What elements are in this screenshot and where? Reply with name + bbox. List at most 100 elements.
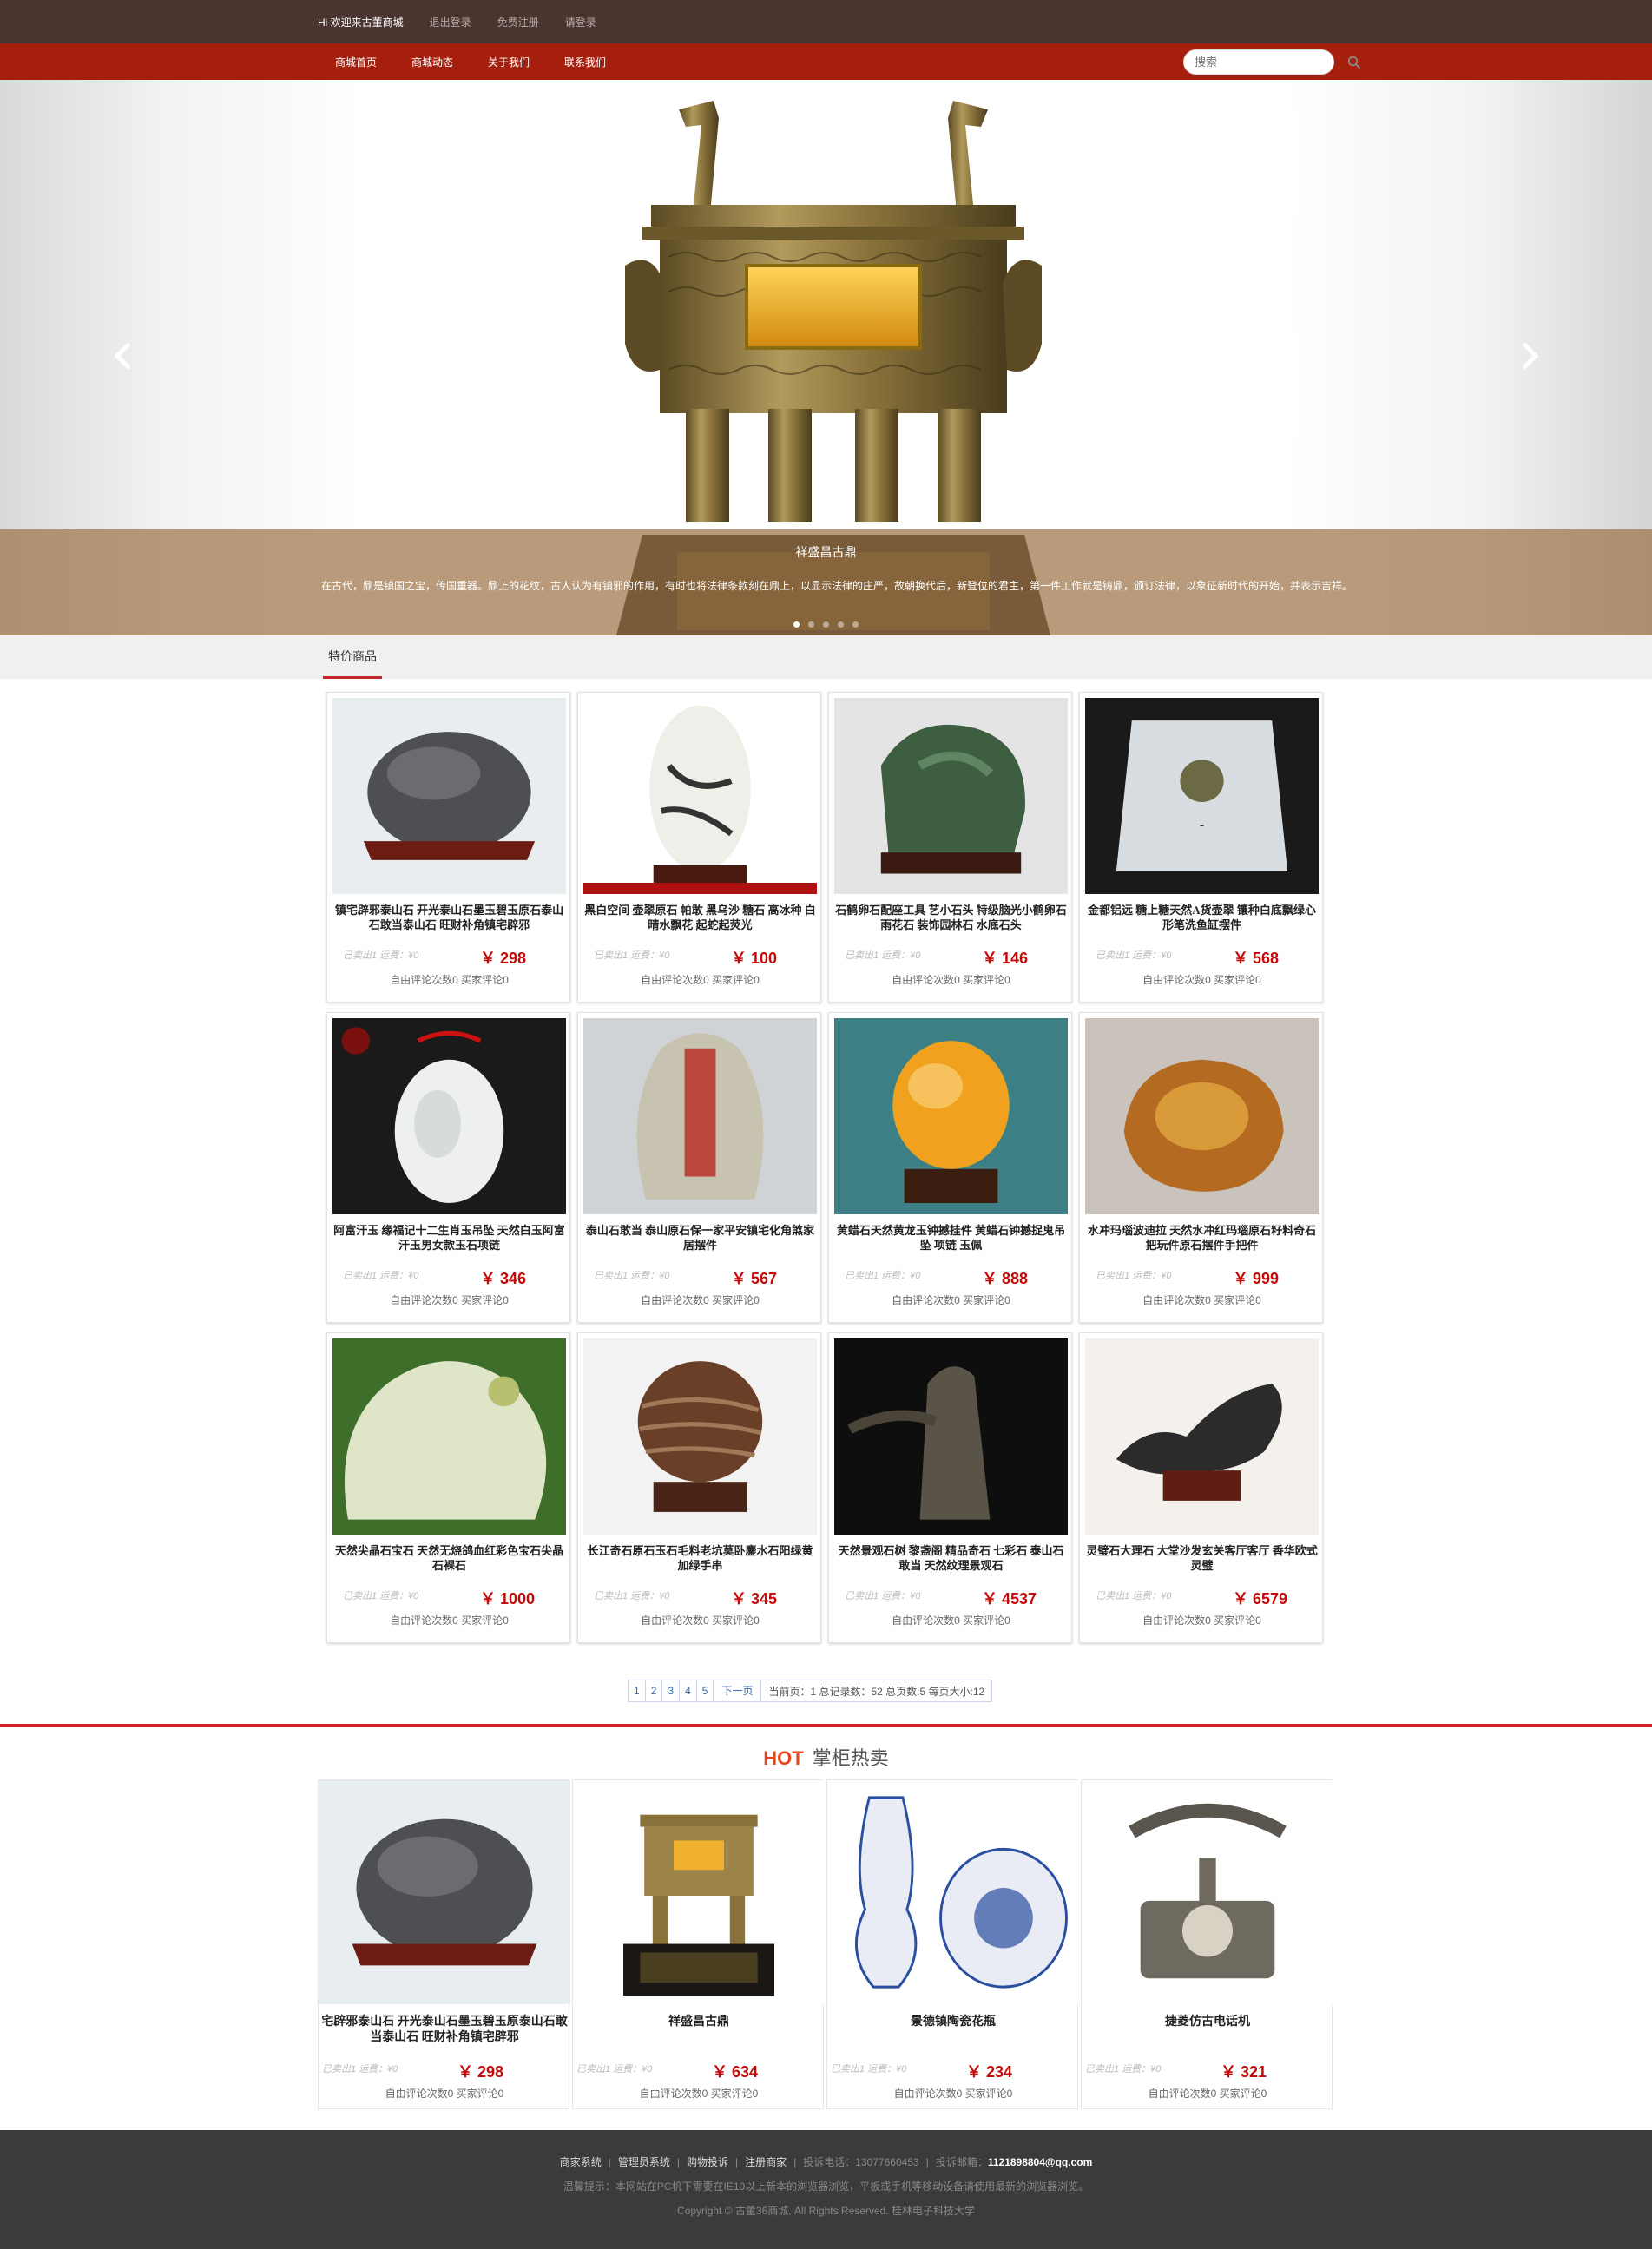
carousel-dot[interactable] <box>808 621 814 628</box>
footer-link-admin[interactable]: 管理员系统 <box>618 2154 670 2169</box>
product-price: ￥ 1000 <box>480 1590 536 1608</box>
nav-item-home[interactable]: 商城首页 <box>318 55 394 69</box>
footer-link-merchant[interactable]: 商家系统 <box>560 2154 602 2169</box>
chevron-left-icon <box>114 342 131 370</box>
register-link[interactable]: 免费注册 <box>497 15 539 30</box>
pagination-info: 当前页：1 总记录数：52 总页数:5 每页大小:12 <box>768 1685 985 1698</box>
banner-caption-text: 在古代，鼎是镇国之宝，传国重器。鼎上的花纹，古人认为有镇邪的作用，有时也将法律条… <box>321 580 1353 592</box>
page-link[interactable]: 3 <box>662 1680 681 1701</box>
hot-product-name[interactable]: 宅辟邪泰山石 开光泰山石墨玉碧玉原泰山石敢当泰山石 旺财补角镇宅辟邪 <box>320 2015 569 2046</box>
product-image[interactable] <box>1085 1018 1319 1214</box>
product-name[interactable]: 长江奇石原石玉石毛料老坑莫卧鏖水石阳绿黄加绿手串 <box>583 1543 817 1573</box>
product-card[interactable]: 天然尖晶石宝石 天然无烧鸽血红彩色宝石尖晶石裸石已卖出1 运费：¥0 ￥ 1000… <box>326 1332 570 1643</box>
special-tab-bar: 特价商品 <box>0 635 1652 679</box>
product-card[interactable]: 黄蜡石天然黄龙玉钟撼挂件 黄蜡石钟撼捉鬼吊坠 项链 玉佩 已卖出1 运费：¥0 ￥ … <box>828 1012 1072 1323</box>
product-card[interactable]: 泰山石敢当 泰山原石保一家平安镇宅化角煞家居摆件 已卖出1 运费：¥0 ￥ 567 自… <box>577 1012 821 1323</box>
top-bar: Hi 欢迎来古董商城 退出登录 免费注册 请登录 <box>0 0 1652 43</box>
nav-item-news[interactable]: 商城动态 <box>394 55 471 69</box>
product-sold-info: 已卖出1 运费：¥0 <box>845 1591 921 1601</box>
product-card[interactable]: 灵璧石大理石 大堂沙发玄关客厅客厅 香华欧式 灵璧 已卖出1 运费：¥0 ￥ 657… <box>1079 1332 1323 1643</box>
nav-item-contact[interactable]: 联系我们 <box>547 55 623 69</box>
product-image[interactable]: - <box>1085 698 1319 894</box>
product-card[interactable]: 阿富汗玉 缘福记十二生肖玉吊坠 天然白玉阿富汗玉男女款玉石项链 已卖出1 运费：¥… <box>326 1012 570 1323</box>
page-link[interactable]: 1 <box>629 1680 646 1701</box>
product-price: ￥ 100 <box>731 950 778 967</box>
chevron-right-icon <box>1522 342 1539 370</box>
product-card[interactable]: 长江奇石原石玉石毛料老坑莫卧鏖水石阳绿黄加绿手串 已卖出1 运费：¥0 ￥ 345 自… <box>577 1332 821 1643</box>
product-comments: 自由评论次数0 买家评论0 <box>1142 1294 1261 1306</box>
footer-link-register-merchant[interactable]: 注册商家 <box>745 2154 787 2169</box>
product-price: ￥ 999 <box>1233 1270 1280 1287</box>
product-image[interactable] <box>583 1018 817 1214</box>
product-card[interactable]: 石鹤卵石配座工具 艺小石头 特级脑光小鹤卵石雨花石 装饰园林石 水底石头 已卖出1… <box>828 692 1072 1003</box>
page-link[interactable]: 2 <box>646 1680 663 1701</box>
nav-item-about[interactable]: 关于我们 <box>471 55 547 69</box>
product-card[interactable]: 镇宅辟邪泰山石 开光泰山石墨玉碧玉原石泰山石敢当泰山石 旺财补角镇宅辟邪 已卖出1… <box>326 692 570 1003</box>
hot-product-card[interactable]: 捷菱仿古电话机 已卖出1 运费：¥0 ￥ 321 自由评论次数0 买家评论0 <box>1081 1779 1333 2109</box>
product-comments: 自由评论次数0 买家评论0 <box>641 974 760 986</box>
product-price: ￥ 4537 <box>982 1590 1037 1608</box>
product-name[interactable]: 镇宅辟邪泰山石 开光泰山石墨玉碧玉原石泰山石敢当泰山石 旺财补角镇宅辟邪 <box>332 903 566 932</box>
footer: 商家系统 | 管理员系统 | 购物投诉 | 注册商家 | 投诉电话：1307766045… <box>0 2130 1652 2249</box>
product-sold-info: 已卖出1 运费：¥0 <box>594 950 670 961</box>
product-card[interactable]: 水冲玛瑙波迪拉 天然水冲红玛瑙原石籽料奇石把玩件原石摆件手把件 已卖出1 运费：¥… <box>1079 1012 1323 1323</box>
hot-product-image[interactable] <box>319 1780 570 2004</box>
hot-section-title: HOT 掌柜热卖 <box>0 1743 1652 1771</box>
product-image[interactable] <box>834 1018 1068 1214</box>
product-card[interactable]: 黑白空间 壶翠原石 帕敢 黑乌沙 糖石 高冰种 白晴水飘花 起蛇起荧光已卖出1 … <box>577 692 821 1003</box>
search-icon[interactable] <box>1347 50 1361 75</box>
next-page-link[interactable]: 下一页 <box>714 1680 762 1701</box>
product-image[interactable] <box>332 698 566 894</box>
carousel-next-button[interactable] <box>1510 337 1549 375</box>
hot-product-name[interactable]: 景德镇陶瓷花瓶 <box>829 2015 1077 2030</box>
product-name[interactable]: 灵璧石大理石 大堂沙发玄关客厅客厅 香华欧式 灵璧 <box>1085 1543 1319 1573</box>
hot-product-comments: 自由评论次数0 买家评论0 <box>385 2088 504 2100</box>
carousel-dots <box>0 621 1652 628</box>
product-sold-info: 已卖出1 运费：¥0 <box>1096 1591 1172 1601</box>
banner-carousel: 祥盛昌古鼎 在古代，鼎是镇国之宝，传国重器。鼎上的花纹，古人认为有镇邪的作用，有… <box>0 80 1652 635</box>
hot-product-card[interactable]: 祥盛昌古鼎 已卖出1 运费：¥0 ￥ 634 自由评论次数0 买家评论0 <box>572 1779 825 2109</box>
hot-product-image[interactable] <box>573 1780 825 2004</box>
product-image[interactable] <box>1085 1338 1319 1535</box>
hot-product-card[interactable]: 宅辟邪泰山石 开光泰山石墨玉碧玉原泰山石敢当泰山石 旺财补角镇宅辟邪 已卖出1 运… <box>318 1779 570 2109</box>
footer-link-complaint[interactable]: 购物投诉 <box>687 2154 728 2169</box>
hot-product-image[interactable] <box>827 1780 1079 2004</box>
carousel-dot[interactable] <box>852 621 859 628</box>
product-comments: 自由评论次数0 买家评论0 <box>390 1614 509 1627</box>
hot-product-name[interactable]: 捷菱仿古电话机 <box>1083 2015 1332 2030</box>
product-image[interactable] <box>332 1338 566 1535</box>
product-card[interactable]: - 金都铝远 糖上糖天然A货壶翠 镶种白底飘绿心形笔洗鱼缸摆件 已卖出1 运费：¥0… <box>1079 692 1323 1003</box>
product-image[interactable] <box>332 1018 566 1214</box>
product-price: ￥ 346 <box>480 1270 527 1287</box>
product-name[interactable]: 石鹤卵石配座工具 艺小石头 特级脑光小鹤卵石雨花石 装饰园林石 水底石头 <box>834 903 1068 932</box>
product-sold-info: 已卖出1 运费：¥0 <box>594 1271 670 1281</box>
product-name[interactable]: 金都铝远 糖上糖天然A货壶翠 镶种白底飘绿心形笔洗鱼缸摆件 <box>1085 903 1319 932</box>
product-image[interactable] <box>834 1338 1068 1535</box>
product-image[interactable] <box>834 698 1068 894</box>
product-name[interactable]: 黑白空间 壶翠原石 帕敢 黑乌沙 糖石 高冰种 白晴水飘花 起蛇起荧光 <box>583 903 817 932</box>
tab-special-products[interactable]: 特价商品 <box>323 635 382 679</box>
hot-product-comments: 自由评论次数0 买家评论0 <box>1148 2088 1267 2100</box>
product-name[interactable]: 泰山石敢当 泰山原石保一家平安镇宅化角煞家居摆件 <box>583 1223 817 1253</box>
page-link[interactable]: 5 <box>697 1680 714 1701</box>
page-link[interactable]: 4 <box>680 1680 697 1701</box>
product-name[interactable]: 黄蜡石天然黄龙玉钟撼挂件 黄蜡石钟撼捉鬼吊坠 项链 玉佩 <box>834 1223 1068 1253</box>
product-name[interactable]: 水冲玛瑙波迪拉 天然水冲红玛瑙原石籽料奇石把玩件原石摆件手把件 <box>1085 1223 1319 1253</box>
carousel-prev-button[interactable] <box>104 337 142 375</box>
product-name[interactable]: 阿富汗玉 缘福记十二生肖玉吊坠 天然白玉阿富汗玉男女款玉石项链 <box>332 1223 566 1253</box>
carousel-dot[interactable] <box>823 621 829 628</box>
login-link[interactable]: 请登录 <box>565 15 596 30</box>
hot-product-image[interactable] <box>1082 1780 1333 2004</box>
carousel-dot[interactable] <box>838 621 844 628</box>
product-card[interactable]: 天然景观石树 黎盏阁 精品奇石 七彩石 泰山石敢当 天然纹理景观石已卖出1 运费… <box>828 1332 1072 1643</box>
hot-product-name[interactable]: 祥盛昌古鼎 <box>575 2015 823 2030</box>
product-name[interactable]: 天然景观石树 黎盏阁 精品奇石 七彩石 泰山石敢当 天然纹理景观石 <box>834 1543 1068 1573</box>
logout-link[interactable]: 退出登录 <box>430 15 471 30</box>
search-input[interactable] <box>1184 50 1347 74</box>
product-name[interactable]: 天然尖晶石宝石 天然无烧鸽血红彩色宝石尖晶石裸石 <box>332 1543 566 1573</box>
product-image[interactable] <box>583 1338 817 1535</box>
hot-product-card[interactable]: 景德镇陶瓷花瓶 已卖出1 运费：¥0 ￥ 234 自由评论次数0 买家评论0 <box>826 1779 1079 2109</box>
product-sold-info: 已卖出1 运费：¥0 <box>343 1591 419 1601</box>
product-image[interactable] <box>583 698 817 894</box>
carousel-dot[interactable] <box>793 621 800 628</box>
